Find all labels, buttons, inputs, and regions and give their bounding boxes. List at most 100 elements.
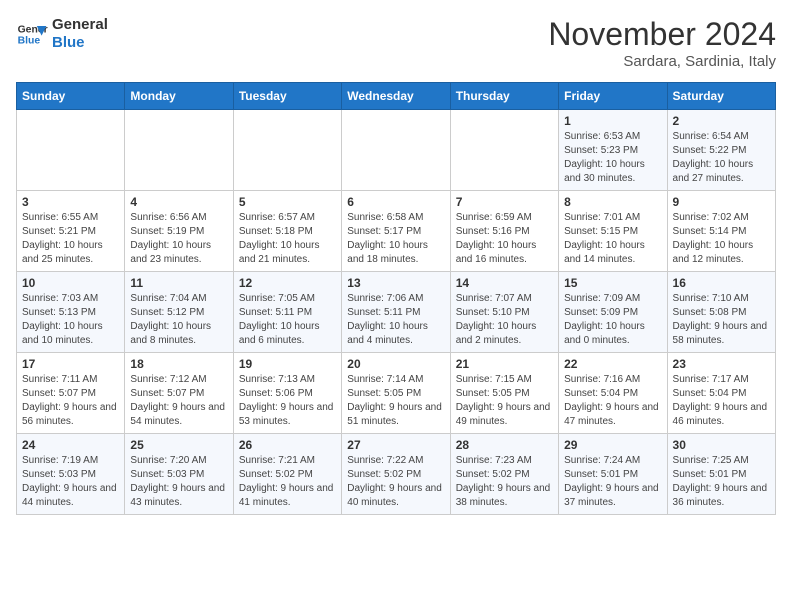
day-number: 1 — [564, 114, 661, 128]
day-number: 24 — [22, 438, 119, 452]
day-info: Sunrise: 7:15 AM Sunset: 5:05 PM Dayligh… — [456, 373, 553, 429]
day-number: 10 — [22, 276, 119, 290]
day-info: Sunrise: 7:01 AM Sunset: 5:15 PM Dayligh… — [564, 211, 661, 267]
day-info: Sunrise: 7:02 AM Sunset: 5:14 PM Dayligh… — [673, 211, 770, 267]
day-number: 30 — [673, 438, 770, 452]
calendar-header-row: SundayMondayTuesdayWednesdayThursdayFrid… — [17, 83, 776, 110]
month-title: November 2024 — [548, 16, 776, 53]
day-number: 7 — [456, 195, 553, 209]
day-number: 25 — [130, 438, 227, 452]
calendar-cell: 22 Sunrise: 7:16 AM Sunset: 5:04 PM Dayli… — [559, 353, 667, 434]
calendar-cell: 14 Sunrise: 7:07 AM Sunset: 5:10 PM Dayli… — [450, 272, 558, 353]
calendar-cell: 19 Sunrise: 7:13 AM Sunset: 5:06 PM Dayli… — [233, 353, 341, 434]
calendar-body: 1Sunrise: 6:53 AM Sunset: 5:23 PM Daylig… — [17, 110, 776, 515]
day-number: 23 — [673, 357, 770, 371]
day-info: Sunrise: 7:07 AM Sunset: 5:10 PM Dayligh… — [456, 292, 553, 348]
day-number: 27 — [347, 438, 444, 452]
calendar-cell: 5 Sunrise: 6:57 AM Sunset: 5:18 PM Daylig… — [233, 191, 341, 272]
calendar-cell: 29 Sunrise: 7:24 AM Sunset: 5:01 PM Dayli… — [559, 434, 667, 515]
calendar-cell: 13Sunrise: 7:06 AM Sunset: 5:11 PM Dayli… — [342, 272, 450, 353]
day-number: 9 — [673, 195, 770, 209]
calendar-cell: 17 Sunrise: 7:11 AM Sunset: 5:07 PM Dayli… — [17, 353, 125, 434]
day-number: 12 — [239, 276, 336, 290]
day-info: Sunrise: 6:57 AM Sunset: 5:18 PM Dayligh… — [239, 211, 336, 267]
day-info: Sunrise: 7:21 AM Sunset: 5:02 PM Dayligh… — [239, 454, 336, 510]
calendar-cell: 30 Sunrise: 7:25 AM Sunset: 5:01 PM Dayli… — [667, 434, 775, 515]
calendar-cell: 2 Sunrise: 6:54 AM Sunset: 5:22 PM Daylig… — [667, 110, 775, 191]
location-subtitle: Sardara, Sardinia, Italy — [548, 53, 776, 70]
calendar-cell: 21 Sunrise: 7:15 AM Sunset: 5:05 PM Dayli… — [450, 353, 558, 434]
calendar-cell — [233, 110, 341, 191]
day-number: 19 — [239, 357, 336, 371]
weekday-header: Wednesday — [342, 83, 450, 110]
day-number: 20 — [347, 357, 444, 371]
day-number: 26 — [239, 438, 336, 452]
day-info: Sunrise: 7:04 AM Sunset: 5:12 PM Dayligh… — [130, 292, 227, 348]
calendar-cell: 26 Sunrise: 7:21 AM Sunset: 5:02 PM Dayli… — [233, 434, 341, 515]
calendar-week-row: 17 Sunrise: 7:11 AM Sunset: 5:07 PM Dayli… — [17, 353, 776, 434]
day-number: 14 — [456, 276, 553, 290]
day-info: Sunrise: 6:55 AM Sunset: 5:21 PM Dayligh… — [22, 211, 119, 267]
weekday-header: Monday — [125, 83, 233, 110]
day-number: 15 — [564, 276, 661, 290]
day-number: 2 — [673, 114, 770, 128]
day-number: 8 — [564, 195, 661, 209]
day-number: 21 — [456, 357, 553, 371]
day-number: 3 — [22, 195, 119, 209]
logo-text: General Blue — [52, 16, 108, 52]
title-block: November 2024 Sardara, Sardinia, Italy — [548, 16, 776, 70]
day-number: 18 — [130, 357, 227, 371]
weekday-header: Sunday — [17, 83, 125, 110]
day-number: 6 — [347, 195, 444, 209]
day-info: Sunrise: 6:58 AM Sunset: 5:17 PM Dayligh… — [347, 211, 444, 267]
calendar-table: SundayMondayTuesdayWednesdayThursdayFrid… — [16, 82, 776, 515]
day-info: Sunrise: 7:25 AM Sunset: 5:01 PM Dayligh… — [673, 454, 770, 510]
day-number: 4 — [130, 195, 227, 209]
day-number: 16 — [673, 276, 770, 290]
day-number: 28 — [456, 438, 553, 452]
calendar-week-row: 1Sunrise: 6:53 AM Sunset: 5:23 PM Daylig… — [17, 110, 776, 191]
weekday-header: Saturday — [667, 83, 775, 110]
calendar-cell: 12Sunrise: 7:05 AM Sunset: 5:11 PM Dayli… — [233, 272, 341, 353]
logo: General Blue General Blue — [16, 16, 108, 52]
calendar-cell: 24 Sunrise: 7:19 AM Sunset: 5:03 PM Dayli… — [17, 434, 125, 515]
day-info: Sunrise: 7:13 AM Sunset: 5:06 PM Dayligh… — [239, 373, 336, 429]
day-info: Sunrise: 7:12 AM Sunset: 5:07 PM Dayligh… — [130, 373, 227, 429]
calendar-cell: 8 Sunrise: 7:01 AM Sunset: 5:15 PM Daylig… — [559, 191, 667, 272]
weekday-header: Thursday — [450, 83, 558, 110]
logo-icon: General Blue — [16, 18, 48, 50]
page-header: General Blue General Blue November 2024 … — [16, 16, 776, 70]
day-info: Sunrise: 7:09 AM Sunset: 5:09 PM Dayligh… — [564, 292, 661, 348]
day-info: Sunrise: 7:11 AM Sunset: 5:07 PM Dayligh… — [22, 373, 119, 429]
calendar-cell: 11Sunrise: 7:04 AM Sunset: 5:12 PM Dayli… — [125, 272, 233, 353]
day-info: Sunrise: 7:22 AM Sunset: 5:02 PM Dayligh… — [347, 454, 444, 510]
day-number: 5 — [239, 195, 336, 209]
calendar-cell: 15 Sunrise: 7:09 AM Sunset: 5:09 PM Dayli… — [559, 272, 667, 353]
day-number: 22 — [564, 357, 661, 371]
calendar-week-row: 3 Sunrise: 6:55 AM Sunset: 5:21 PM Daylig… — [17, 191, 776, 272]
calendar-cell: 6 Sunrise: 6:58 AM Sunset: 5:17 PM Daylig… — [342, 191, 450, 272]
day-info: Sunrise: 7:16 AM Sunset: 5:04 PM Dayligh… — [564, 373, 661, 429]
day-info: Sunrise: 7:24 AM Sunset: 5:01 PM Dayligh… — [564, 454, 661, 510]
calendar-cell: 16 Sunrise: 7:10 AM Sunset: 5:08 PM Dayli… — [667, 272, 775, 353]
calendar-cell: 10 Sunrise: 7:03 AM Sunset: 5:13 PM Dayli… — [17, 272, 125, 353]
day-info: Sunrise: 7:17 AM Sunset: 5:04 PM Dayligh… — [673, 373, 770, 429]
calendar-cell: 25 Sunrise: 7:20 AM Sunset: 5:03 PM Dayli… — [125, 434, 233, 515]
calendar-cell — [125, 110, 233, 191]
day-info: Sunrise: 6:59 AM Sunset: 5:16 PM Dayligh… — [456, 211, 553, 267]
day-info: Sunrise: 7:06 AM Sunset: 5:11 PM Dayligh… — [347, 292, 444, 348]
weekday-header: Friday — [559, 83, 667, 110]
calendar-week-row: 24 Sunrise: 7:19 AM Sunset: 5:03 PM Dayli… — [17, 434, 776, 515]
calendar-cell: 28Sunrise: 7:23 AM Sunset: 5:02 PM Dayli… — [450, 434, 558, 515]
day-info: Sunrise: 7:10 AM Sunset: 5:08 PM Dayligh… — [673, 292, 770, 348]
day-number: 29 — [564, 438, 661, 452]
day-number: 17 — [22, 357, 119, 371]
calendar-cell: 3 Sunrise: 6:55 AM Sunset: 5:21 PM Daylig… — [17, 191, 125, 272]
day-info: Sunrise: 7:20 AM Sunset: 5:03 PM Dayligh… — [130, 454, 227, 510]
day-info: Sunrise: 7:03 AM Sunset: 5:13 PM Dayligh… — [22, 292, 119, 348]
calendar-cell: 1Sunrise: 6:53 AM Sunset: 5:23 PM Daylig… — [559, 110, 667, 191]
calendar-cell — [450, 110, 558, 191]
calendar-cell: 23 Sunrise: 7:17 AM Sunset: 5:04 PM Dayli… — [667, 353, 775, 434]
day-info: Sunrise: 6:54 AM Sunset: 5:22 PM Dayligh… — [673, 130, 770, 186]
day-info: Sunrise: 7:19 AM Sunset: 5:03 PM Dayligh… — [22, 454, 119, 510]
